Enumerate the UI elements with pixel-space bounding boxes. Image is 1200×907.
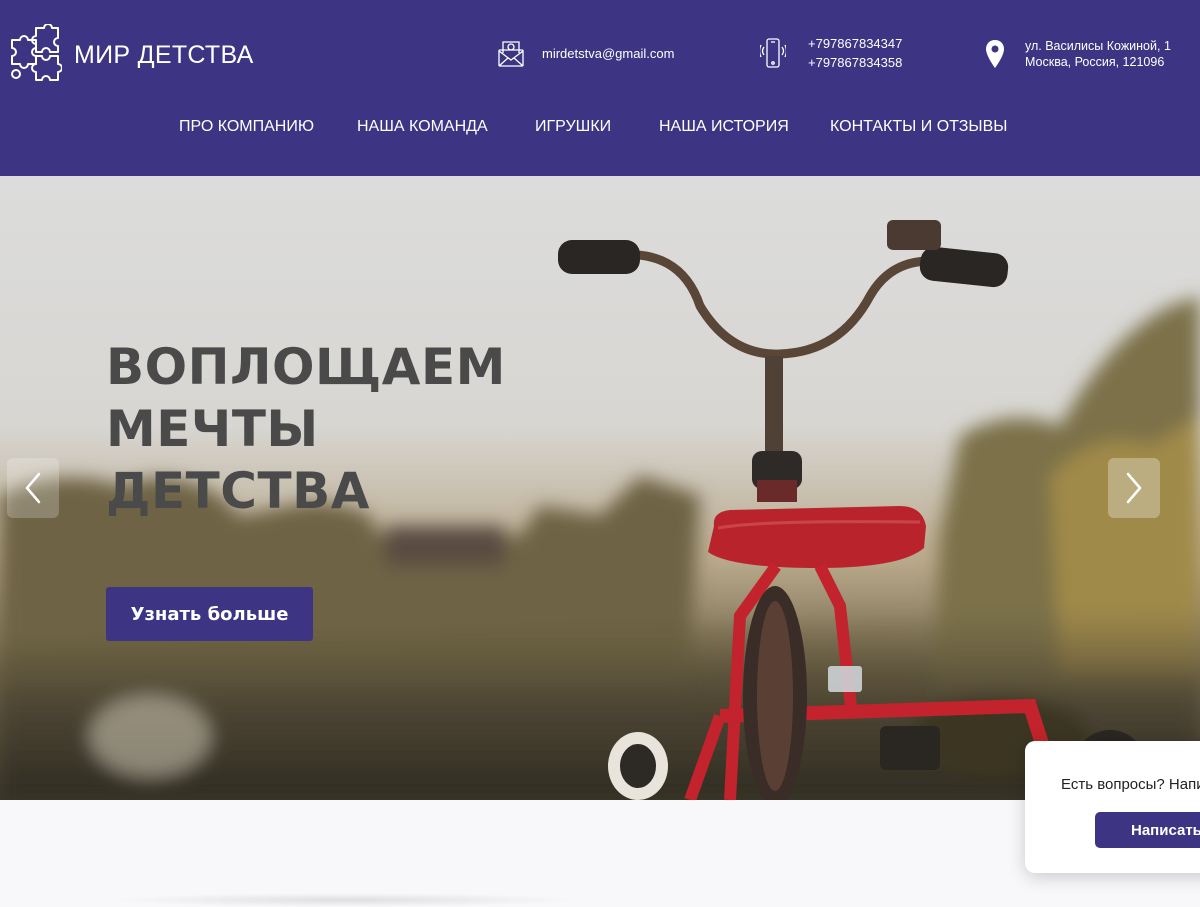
chevron-left-icon (25, 472, 41, 504)
site-header: МИР ДЕТСТВА mirdetstva@gmail.com +797867… (0, 0, 1200, 176)
phone-number-2[interactable]: +797867834358 (808, 53, 902, 72)
envelope-icon (498, 41, 524, 67)
nav-item-contacts[interactable]: КОНТАКТЫ И ОТЗЫВЫ (830, 118, 1007, 136)
nav-item-toys[interactable]: ИГРУШКИ (535, 118, 611, 136)
learn-more-button[interactable]: Узнать больше (106, 587, 313, 641)
hero-title: ВОПЛОЩАЕМ МЕЧТЫ ДЕТСТВА (106, 336, 726, 522)
section-card-shadow (110, 893, 580, 907)
hero-title-line-2: ДЕТСТВА (106, 462, 370, 520)
hero-slider: ВОПЛОЩАЕМ МЕЧТЫ ДЕТСТВА Узнать больше (0, 176, 1200, 800)
smartphone-icon (760, 38, 786, 68)
address-line-2: Москва, Россия, 121096 (1025, 55, 1165, 69)
write-message-button[interactable]: Написать (1095, 812, 1200, 848)
email-text[interactable]: mirdetstva@gmail.com (542, 44, 674, 63)
address-line-1: ул. Василисы Кожиной, 1 (1025, 39, 1171, 53)
slider-prev-button[interactable] (7, 458, 59, 518)
map-pin-icon (986, 40, 1004, 68)
phone-contact[interactable]: +797867834347 +797867834358 (760, 34, 902, 72)
nav-item-about[interactable]: ПРО КОМПАНИЮ (179, 118, 314, 136)
nav-item-team[interactable]: НАША КОМАНДА (357, 118, 488, 136)
chevron-right-icon (1126, 472, 1142, 504)
chat-widget: Есть вопросы? Напи Написать (1025, 741, 1200, 873)
puzzle-icon (11, 24, 62, 81)
slider-next-button[interactable] (1108, 458, 1160, 518)
phone-number-1[interactable]: +797867834347 (808, 34, 902, 53)
main-nav: ПРО КОМПАНИЮ НАША КОМАНДА ИГРУШКИ НАША И… (0, 118, 1200, 142)
email-contact[interactable]: mirdetstva@gmail.com (498, 38, 674, 68)
address-contact: ул. Василисы Кожиной, 1 Москва, Россия, … (985, 38, 1171, 70)
nav-item-history[interactable]: НАША ИСТОРИЯ (659, 118, 789, 136)
chat-question-text: Есть вопросы? Напи (1061, 776, 1200, 793)
hero-title-line-1: ВОПЛОЩАЕМ МЕЧТЫ (106, 338, 506, 458)
logo[interactable]: МИР ДЕТСТВА (6, 24, 254, 86)
brand-name: МИР ДЕТСТВА (74, 40, 254, 69)
